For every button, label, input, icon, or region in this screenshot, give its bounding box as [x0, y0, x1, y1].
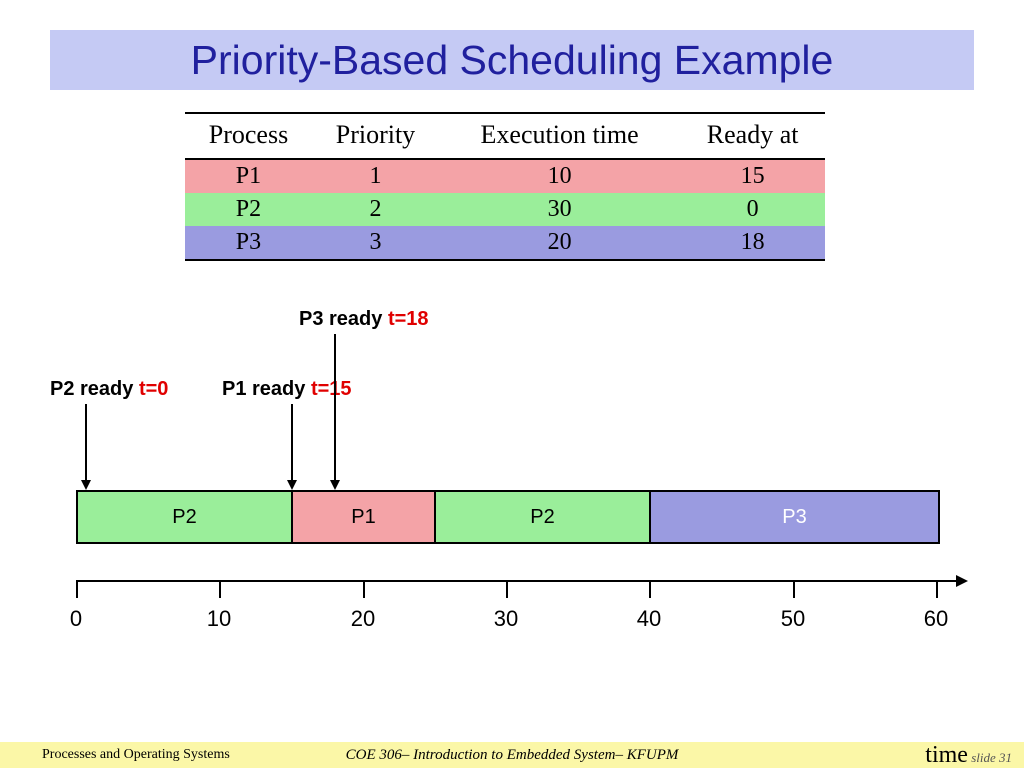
arrow-head-icon	[81, 480, 91, 490]
anno-p1-time: t=15	[311, 378, 352, 400]
tick-label: 50	[781, 606, 805, 632]
slide-number: slide 31	[971, 750, 1012, 765]
gantt-segment-p2a: P2	[78, 492, 293, 542]
cell-ready: 0	[680, 193, 825, 226]
arrow-head-icon	[330, 480, 340, 490]
anno-p2-time: t=0	[139, 378, 168, 400]
gantt-chart: P2 P1 P2 P3	[76, 490, 940, 544]
axis-tick	[363, 580, 365, 598]
cell-priority: 1	[312, 159, 439, 193]
annotation-p2-ready: P2 ready t=0	[50, 378, 168, 401]
footer-center: COE 306– Introduction to Embedded System…	[0, 747, 1024, 764]
tick-label: 30	[494, 606, 518, 632]
tick-label: 60	[924, 606, 948, 632]
cell-exec: 30	[439, 193, 680, 226]
tick-label: 20	[351, 606, 375, 632]
slide-title: Priority-Based Scheduling Example	[191, 37, 834, 84]
anno-p2-label: P2 ready	[50, 378, 139, 400]
cell-exec: 10	[439, 159, 680, 193]
cell-process: P2	[185, 193, 312, 226]
axis-tick	[793, 580, 795, 598]
cell-priority: 2	[312, 193, 439, 226]
axis-tick	[506, 580, 508, 598]
col-ready: Ready at	[680, 113, 825, 159]
gantt-segment-p2b: P2	[436, 492, 651, 542]
axis-label-time: time	[925, 742, 968, 768]
anno-p3-time: t=18	[388, 308, 429, 330]
slide-title-bar: Priority-Based Scheduling Example	[50, 30, 974, 90]
axis-tick	[219, 580, 221, 598]
axis-tick	[76, 580, 78, 598]
arrow-head-icon	[287, 480, 297, 490]
table-row: P3 3 20 18	[185, 226, 825, 260]
cell-process: P1	[185, 159, 312, 193]
col-priority: Priority	[312, 113, 439, 159]
cell-ready: 18	[680, 226, 825, 260]
col-process: Process	[185, 113, 312, 159]
anno-p1-label: P1 ready	[222, 378, 311, 400]
annotation-p1-ready: P1 ready t=15	[222, 378, 352, 401]
gantt-segment-p3: P3	[651, 492, 938, 542]
tick-label: 10	[207, 606, 231, 632]
axis-line	[76, 580, 956, 582]
axis-tick	[649, 580, 651, 598]
arrow-line-p1	[291, 404, 293, 480]
annotation-p3-ready: P3 ready t=18	[299, 308, 429, 331]
cell-exec: 20	[439, 226, 680, 260]
process-table: Process Priority Execution time Ready at…	[185, 112, 825, 261]
axis-arrow-icon	[956, 575, 968, 587]
footer-right: time slide 31	[925, 742, 1012, 769]
table-row: P2 2 30 0	[185, 193, 825, 226]
tick-label: 0	[70, 606, 82, 632]
cell-priority: 3	[312, 226, 439, 260]
table-row: P1 1 10 15	[185, 159, 825, 193]
tick-label: 40	[637, 606, 661, 632]
slide-footer: Processes and Operating Systems COE 306–…	[0, 742, 1024, 768]
table-header-row: Process Priority Execution time Ready at	[185, 113, 825, 159]
cell-ready: 15	[680, 159, 825, 193]
arrow-line-p2	[85, 404, 87, 480]
arrow-line-p3	[334, 334, 336, 480]
gantt-segment-p1: P1	[293, 492, 436, 542]
col-exec: Execution time	[439, 113, 680, 159]
cell-process: P3	[185, 226, 312, 260]
axis-tick	[936, 580, 938, 598]
anno-p3-label: P3 ready	[299, 308, 388, 330]
